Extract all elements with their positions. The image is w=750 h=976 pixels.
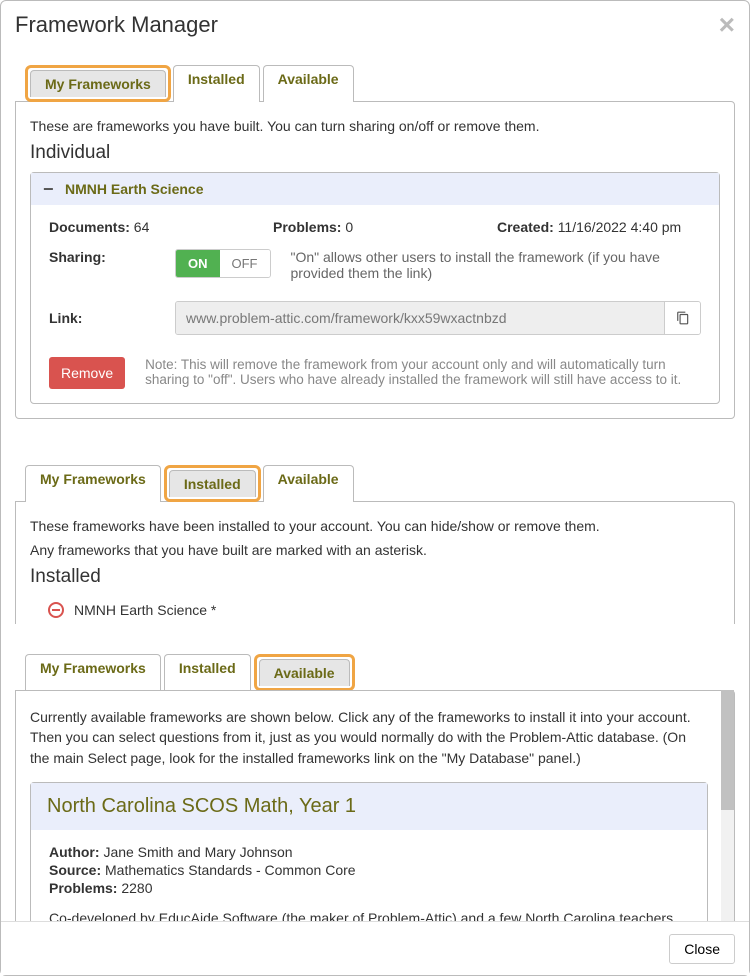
tab-my-frameworks[interactable]: My Frameworks <box>25 465 161 502</box>
documents-label: Documents: <box>49 219 130 235</box>
tab-available[interactable]: Available <box>263 65 354 102</box>
highlight-installed: Installed <box>164 465 261 502</box>
installed-description-1: These frameworks have been installed to … <box>30 518 720 534</box>
installed-panel: My Frameworks Installed Available These … <box>1 447 749 624</box>
sharing-off-button[interactable]: OFF <box>220 250 270 277</box>
tab-installed[interactable]: Installed <box>169 470 256 497</box>
framework-name: NMNH Earth Science <box>65 181 203 197</box>
sharing-toggle: ON OFF <box>175 249 271 278</box>
tabs: My Frameworks Installed Available <box>15 65 735 102</box>
available-scroll-area: Currently available frameworks are shown… <box>15 690 735 951</box>
tab-installed[interactable]: Installed <box>173 65 260 102</box>
highlight-available: Available <box>254 654 355 691</box>
sharing-on-button[interactable]: ON <box>176 250 220 277</box>
link-label: Link: <box>49 310 175 326</box>
remove-row: Remove Note: This will remove the framew… <box>49 357 701 389</box>
sharing-label: Sharing: <box>49 249 175 265</box>
available-description: Currently available frameworks are shown… <box>30 707 708 768</box>
close-icon[interactable]: × <box>719 11 735 39</box>
tabs: My Frameworks Installed Available <box>15 465 735 502</box>
link-input[interactable] <box>176 302 664 334</box>
my-frameworks-description: These are frameworks you have built. You… <box>30 118 720 134</box>
scrollbar-thumb[interactable] <box>721 690 734 810</box>
available-panel: My Frameworks Installed Available Curren… <box>1 654 749 951</box>
tab-my-frameworks[interactable]: My Frameworks <box>25 654 161 691</box>
remove-note: Note: This will remove the framework fro… <box>145 357 701 387</box>
installed-list-item: NMNH Earth Science * <box>30 596 720 622</box>
sharing-row: Sharing: ON OFF "On" allows other users … <box>49 249 701 281</box>
collapse-icon: − <box>43 183 57 195</box>
problems-label: Problems: <box>49 880 117 896</box>
tabs: My Frameworks Installed Available <box>15 654 735 691</box>
modal-footer: Close <box>1 921 749 975</box>
tab-content-installed: These frameworks have been installed to … <box>15 501 735 624</box>
link-input-group <box>175 301 701 335</box>
problems-value: 2280 <box>121 880 152 896</box>
framework-card-header[interactable]: − NMNH Earth Science <box>31 173 719 205</box>
copy-link-button[interactable] <box>664 302 700 334</box>
tab-my-frameworks[interactable]: My Frameworks <box>30 70 166 97</box>
tab-content-available: Currently available frameworks are shown… <box>15 690 735 951</box>
installed-item-name: NMNH Earth Science * <box>74 602 216 618</box>
installed-description-2: Any frameworks that you have built are m… <box>30 542 720 558</box>
tab-available[interactable]: Available <box>263 465 354 502</box>
source-label: Source: <box>49 862 101 878</box>
copy-icon <box>676 311 690 325</box>
installed-heading: Installed <box>30 566 720 588</box>
sharing-note: "On" allows other users to install the f… <box>291 249 702 281</box>
tab-installed[interactable]: Installed <box>164 654 251 691</box>
modal-header: Framework Manager × <box>1 1 749 47</box>
framework-stats-row: Documents: 64 Problems: 0 Created: 11/16… <box>49 219 701 235</box>
problems-count: 0 <box>345 219 353 235</box>
documents-count: 64 <box>134 219 150 235</box>
author-value: Jane Smith and Mary Johnson <box>103 844 292 860</box>
close-button[interactable]: Close <box>669 934 735 964</box>
individual-heading: Individual <box>30 142 720 164</box>
created-value: 11/16/2022 4:40 pm <box>558 219 682 235</box>
available-framework-title: North Carolina SCOS Math, Year 1 <box>31 783 707 830</box>
problems-label: Problems: <box>273 219 341 235</box>
created-label: Created: <box>497 219 554 235</box>
remove-item-icon[interactable] <box>48 602 64 618</box>
my-frameworks-panel: My Frameworks Installed Available These … <box>1 47 749 423</box>
tab-content-my: These are frameworks you have built. You… <box>15 101 735 419</box>
modal-title: Framework Manager <box>15 12 218 38</box>
source-value: Mathematics Standards - Common Core <box>105 862 356 878</box>
link-row: Link: <box>49 301 701 335</box>
author-label: Author: <box>49 844 100 860</box>
framework-card: − NMNH Earth Science Documents: 64 Probl… <box>30 172 720 404</box>
framework-card-body: Documents: 64 Problems: 0 Created: 11/16… <box>31 205 719 403</box>
highlight-my-frameworks: My Frameworks <box>25 65 171 102</box>
remove-button[interactable]: Remove <box>49 357 125 389</box>
tab-available[interactable]: Available <box>259 659 350 686</box>
